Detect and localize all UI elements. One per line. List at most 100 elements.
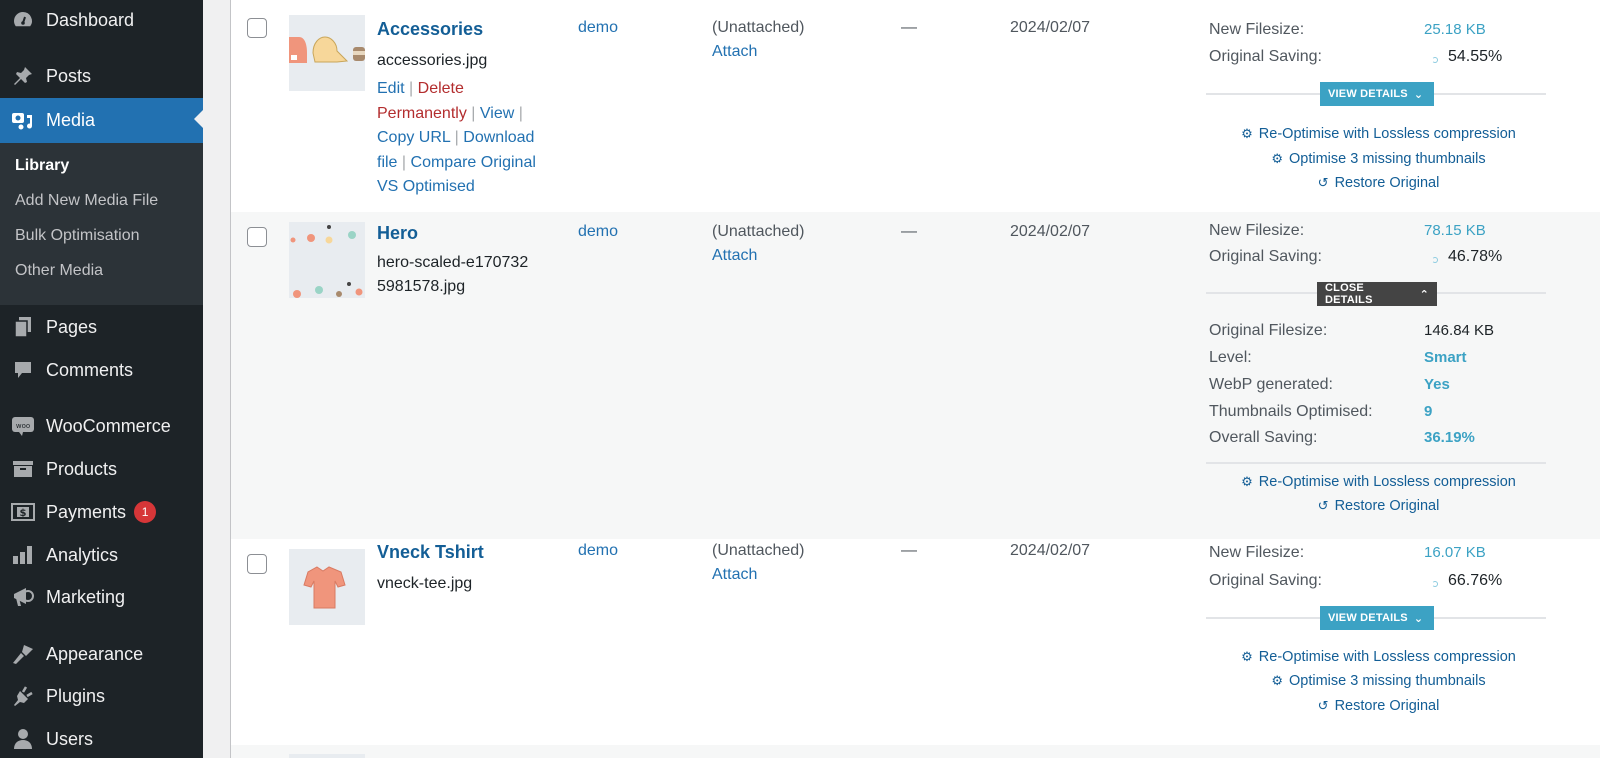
- brush-icon: [0, 643, 46, 665]
- menu-comments[interactable]: Comments: [0, 350, 203, 390]
- new-filesize-label: New Filesize:: [1209, 544, 1305, 561]
- attach-link[interactable]: Attach: [712, 566, 757, 584]
- link-label: Re-Optimise with Lossless compression: [1258, 649, 1516, 665]
- original-saving-value: 54.55%: [1448, 48, 1503, 65]
- menu-woocommerce[interactable]: woo WooCommerce: [0, 406, 203, 446]
- menu-users[interactable]: Users: [0, 719, 203, 758]
- reoptimise-lossless-link[interactable]: ⚙ Re-Optimise with Lossless compression: [1206, 474, 1551, 490]
- admin-sidebar: Dashboard Posts Media Library Add New Me…: [0, 0, 203, 758]
- menu-label: Marketing: [46, 586, 126, 607]
- menu-label: Pages: [46, 316, 98, 337]
- thumbnail-image[interactable]: [289, 549, 365, 625]
- level-value: Smart: [1424, 349, 1467, 366]
- row-checkbox[interactable]: [247, 554, 267, 574]
- view-link[interactable]: View: [480, 105, 514, 122]
- menu-label: Plugins: [46, 685, 106, 706]
- menu-pages[interactable]: Pages: [0, 307, 203, 347]
- new-filesize-value: 16.07 KB: [1424, 544, 1486, 561]
- author-link[interactable]: demo: [578, 542, 618, 560]
- uploaded-to: (Unattached): [712, 19, 805, 36]
- submenu-other-media[interactable]: Other Media: [15, 262, 103, 280]
- chevron-down-icon: ⌄: [1413, 88, 1424, 101]
- reoptimise-lossless-link[interactable]: ⚙ Re-Optimise with Lossless compression: [1206, 649, 1551, 665]
- webp-value: Yes: [1424, 376, 1450, 393]
- link-label: Re-Optimise with Lossless compression: [1258, 126, 1516, 142]
- menu-appearance[interactable]: Appearance: [0, 634, 203, 674]
- file-name: vneck-tee.jpg: [377, 575, 473, 592]
- comment-icon: [0, 360, 46, 380]
- detail-label: WebP generated:: [1209, 376, 1333, 393]
- svg-text:woo: woo: [16, 422, 30, 430]
- original-saving-value: 66.76%: [1448, 572, 1503, 589]
- woo-icon: woo: [0, 415, 46, 437]
- file-name: hero-scaled-e1707325981578.jpg: [377, 254, 529, 295]
- saving-chart-icon: [1432, 257, 1438, 263]
- saving-chart-icon: [1432, 57, 1438, 63]
- detail-label: Thumbnails Optimised:: [1209, 403, 1373, 420]
- optimise-missing-thumbnails-link[interactable]: ⚙ Optimise 3 missing thumbnails: [1206, 151, 1551, 167]
- view-details-button[interactable]: VIEW DETAILS ⌄: [1320, 82, 1434, 106]
- overall-saving-value: 36.19%: [1424, 429, 1475, 446]
- menu-payments[interactable]: $ Payments 1: [0, 492, 203, 532]
- thumbnail-image[interactable]: [289, 15, 365, 91]
- author-link[interactable]: demo: [578, 223, 618, 241]
- reoptimise-lossless-link[interactable]: ⚙ Re-Optimise with Lossless compression: [1206, 126, 1551, 142]
- detail-label: Level:: [1209, 349, 1252, 366]
- restore-icon: ↺: [1317, 498, 1329, 513]
- new-filesize-value: 25.18 KB: [1424, 21, 1486, 38]
- menu-label: Comments: [46, 359, 134, 380]
- attach-link[interactable]: Attach: [712, 43, 757, 61]
- media-icon: [0, 110, 46, 132]
- gear-icon: ⚙: [1271, 673, 1283, 688]
- plug-icon: [0, 685, 46, 707]
- menu-media[interactable]: Media: [0, 98, 203, 143]
- menu-dashboard[interactable]: Dashboard: [0, 0, 203, 40]
- new-filesize-label: New Filesize:: [1209, 21, 1305, 38]
- close-details-button[interactable]: CLOSE DETAILS ⌃: [1317, 282, 1437, 306]
- submenu-add-new-media-file[interactable]: Add New Media File: [15, 192, 158, 210]
- menu-marketing[interactable]: Marketing: [0, 577, 203, 617]
- view-details-button[interactable]: VIEW DETAILS ⌄: [1320, 606, 1434, 630]
- upload-date: 2024/02/07: [1010, 19, 1091, 36]
- media-title-link[interactable]: Hero: [377, 223, 418, 244]
- divider: [1206, 462, 1546, 464]
- media-title-link[interactable]: Accessories: [377, 19, 483, 40]
- edit-link[interactable]: Edit: [377, 80, 405, 97]
- submenu-bulk-optimisation[interactable]: Bulk Optimisation: [15, 227, 140, 245]
- submenu-library[interactable]: Library: [15, 157, 69, 175]
- menu-posts[interactable]: Posts: [0, 56, 203, 96]
- file-name: accessories.jpg: [377, 52, 488, 69]
- menu-plugins[interactable]: Plugins: [0, 676, 203, 716]
- menu-label: WooCommerce: [46, 415, 171, 436]
- menu-products[interactable]: Products: [0, 449, 203, 489]
- menu-label: Dashboard: [46, 9, 135, 30]
- restore-original-link[interactable]: ↺ Restore Original: [1206, 698, 1551, 714]
- menu-label: Payments: [46, 501, 127, 522]
- upload-date: 2024/02/07: [1010, 542, 1091, 559]
- attach-link[interactable]: Attach: [712, 247, 757, 265]
- table-row: Hero hero-scaled-e1707325981578.jpg demo…: [231, 212, 1600, 539]
- restore-icon: ↺: [1317, 698, 1329, 713]
- row-checkbox[interactable]: [247, 18, 267, 38]
- thumbnail-image[interactable]: [289, 754, 365, 758]
- compare-link[interactable]: Compare Original VS Optimised: [377, 154, 536, 196]
- detail-label: Original Filesize:: [1209, 322, 1328, 339]
- notification-badge: 1: [134, 501, 157, 523]
- original-saving-value: 46.78%: [1448, 248, 1503, 265]
- restore-original-link[interactable]: ↺ Restore Original: [1206, 175, 1551, 191]
- author-link[interactable]: demo: [578, 19, 618, 37]
- gear-icon: ⚙: [1241, 649, 1253, 664]
- restore-original-link[interactable]: ↺ Restore Original: [1206, 498, 1551, 514]
- original-filesize-value: 146.84 KB: [1424, 322, 1495, 339]
- copy-url-link[interactable]: Copy URL: [377, 129, 450, 146]
- media-title-link[interactable]: Vneck Tshirt: [377, 542, 484, 563]
- toggle-label: CLOSE DETAILS: [1325, 282, 1373, 306]
- detail-label: Overall Saving:: [1209, 429, 1318, 446]
- menu-analytics[interactable]: Analytics: [0, 535, 203, 575]
- thumbnail-image[interactable]: [289, 222, 365, 298]
- optimise-missing-thumbnails-link[interactable]: ⚙ Optimise 3 missing thumbnails: [1206, 673, 1551, 689]
- table-row: Accessories accessories.jpg Edit | Delet…: [231, 6, 1600, 212]
- row-checkbox[interactable]: [247, 227, 267, 247]
- uploaded-to: (Unattached): [712, 542, 805, 559]
- uploaded-to: (Unattached): [712, 223, 805, 240]
